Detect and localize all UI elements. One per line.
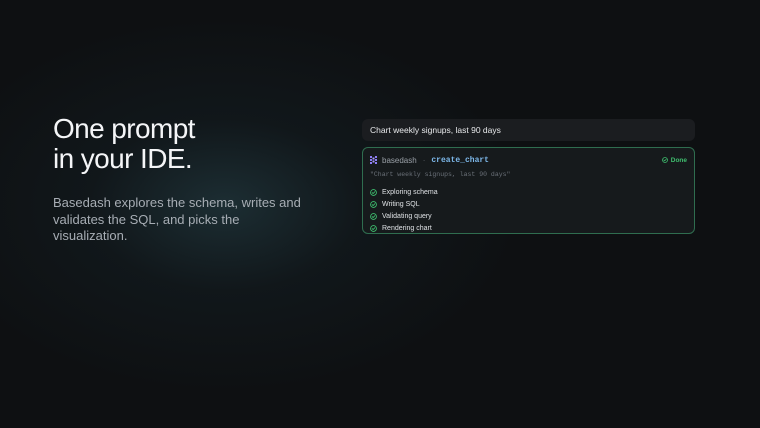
headline-line-2: in your IDE. [53,143,193,174]
status-badge: Done [661,156,687,164]
status-label: Done [670,156,687,164]
list-item: Validating query [370,210,687,222]
tool-name: create_chart [431,155,489,165]
hero-subtext: Basedash explores the schema, writes and… [53,195,301,243]
step-label: Exploring schema [382,188,438,196]
check-circle-icon [370,225,377,233]
tool-call-card: basedash · create_chart Done "Chart week… [362,147,695,234]
list-item: Rendering chart [370,223,687,235]
tool-args: "Chart weekly signups, last 90 days" [370,171,511,178]
check-circle-icon [370,188,377,196]
prompt-text: Chart weekly signups, last 90 days [370,125,501,135]
list-item: Exploring schema [370,186,687,198]
step-list: Exploring schema Writing SQL Validating … [370,186,687,235]
tool-call-header: basedash · create_chart Done [370,154,687,166]
step-label: Validating query [382,212,432,220]
prompt-message: Chart weekly signups, last 90 days [362,119,695,141]
hero-headline: One prompt in your IDE. [53,114,195,174]
basedash-logo-icon [370,156,377,164]
check-circle-icon [661,157,668,163]
check-circle-icon [370,213,377,220]
check-circle-icon [370,200,377,208]
step-label: Writing SQL [382,200,420,208]
headline-line-1: One prompt [53,113,195,144]
tool-separator: · [422,155,426,165]
list-item: Writing SQL [370,198,687,210]
tool-source: basedash [382,155,417,165]
step-label: Rendering chart [382,225,432,233]
